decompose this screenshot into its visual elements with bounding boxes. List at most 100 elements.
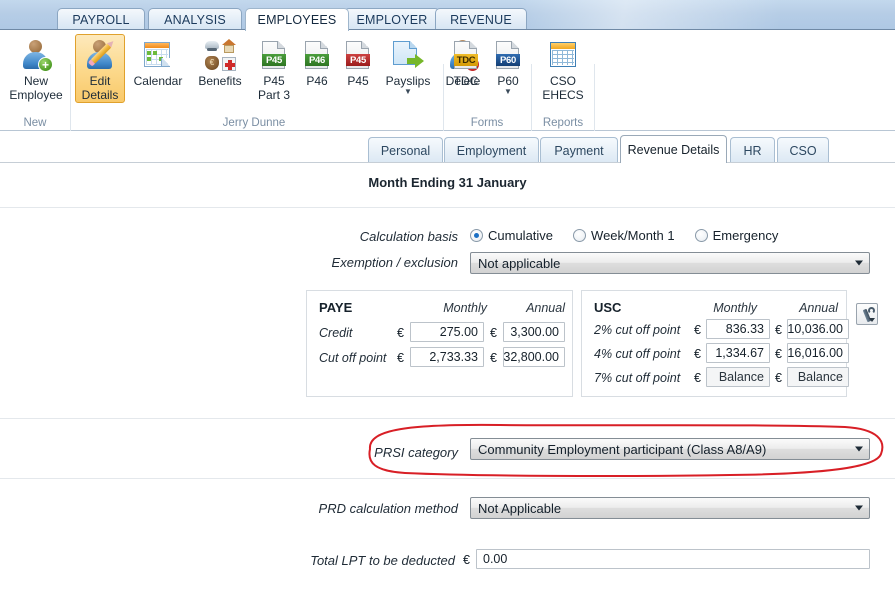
paye-credit-annual-currency: € (490, 326, 497, 340)
paye-cutoff-monthly-input[interactable]: 2,733.33 (410, 347, 484, 367)
exemption-exclusion-select[interactable]: Not applicable (470, 252, 870, 274)
ribbon-group-forms-title: Forms (470, 117, 504, 129)
p45-part3-icon: P45 (258, 39, 290, 71)
radio-cumulative[interactable]: Cumulative (470, 228, 553, 243)
ribbon-group-reports-title: Reports (542, 117, 584, 129)
page-tab-revenue-details-label: Revenue Details (627, 142, 720, 157)
total-lpt-input[interactable]: 0.00 (476, 549, 870, 569)
ribbon-button-cso-ehecs[interactable]: CSO EHECS (535, 34, 591, 103)
radio-emergency[interactable]: Emergency (694, 228, 778, 243)
p45-icon: P45 (342, 39, 374, 71)
ribbon-group-new-title: New (23, 117, 47, 129)
calculation-basis-label: Calculation basis (359, 229, 458, 244)
ribbon-button-calendar-label: Calendar (133, 74, 183, 88)
p45-part3-tag: P45 (262, 54, 286, 66)
chevron-down-icon[interactable] (869, 318, 875, 322)
chevron-down-icon[interactable] (855, 446, 863, 452)
page-tab-payment-label: Payment (554, 143, 604, 158)
paye-cutoff-annual-currency: € (490, 351, 497, 365)
ribbon-group-reports: CSO EHECS Reports (532, 30, 594, 130)
usc-4pct-annual-input[interactable]: 16,016.00 (787, 343, 849, 363)
ribbon-button-benefits[interactable]: Benefits (191, 34, 249, 89)
payslips-chevron-down-icon[interactable]: ▼ (404, 88, 412, 96)
ribbon-button-p60-label: P60 (497, 74, 519, 88)
ribbon-button-p45-part3[interactable]: P45 P45 Part 3 (252, 34, 296, 103)
paye-credit-monthly-input[interactable]: 275.00 (410, 322, 484, 342)
usc-4pct-monthly-currency: € (694, 347, 701, 361)
ribbon-button-payslips[interactable]: Payslips ▼ (379, 34, 437, 97)
ribbon-button-p45[interactable]: P45 P45 (338, 34, 378, 89)
prd-calculation-method-select[interactable]: Not Applicable (470, 497, 870, 519)
payslips-icon (392, 39, 424, 71)
usc-7pct-monthly-input: Balance (706, 367, 770, 387)
ribbon-button-p60[interactable]: P60 P60 ▼ (488, 34, 528, 97)
ribbon-tab-revenue-label: REVENUE (450, 12, 512, 27)
usc-settings-button[interactable] (856, 303, 878, 325)
ribbon-button-edit-details[interactable]: Edit Details (75, 34, 125, 103)
usc-4pct-monthly-input[interactable]: 1,334.67 (706, 343, 770, 363)
ribbon-tab-employer[interactable]: EMPLOYER (344, 8, 440, 30)
ribbon-tab-payroll[interactable]: PAYROLL (57, 8, 145, 30)
prsi-category-select[interactable]: Community Employment participant (Class … (470, 438, 870, 460)
revenue-details-panel: Month Ending 31 January Calculation basi… (0, 163, 895, 590)
ribbon-button-calendar[interactable]: Calendar (127, 34, 189, 89)
ribbon-tab-analysis-label: ANALYSIS (164, 12, 226, 27)
paye-row-cutoff-label: Cut off point (319, 351, 387, 365)
prd-calculation-method-label: PRD calculation method (318, 501, 458, 516)
radio-week-month-1[interactable]: Week/Month 1 (573, 228, 675, 243)
exemption-exclusion-label: Exemption / exclusion (331, 255, 458, 270)
paye-column-annual: Annual (526, 301, 565, 315)
paye-row-credit-label: Credit (319, 326, 353, 340)
tdc-icon: TDC (450, 39, 482, 71)
ribbon-button-tdc[interactable]: TDC TDC (446, 34, 486, 89)
ribbon-button-tdc-label: TDC (453, 74, 479, 88)
ribbon-group-new: + New Employee New (0, 30, 70, 130)
chevron-down-icon[interactable] (855, 505, 863, 511)
prsi-category-label: PRSI category (374, 445, 458, 460)
ribbon-group-employee: Edit Details Calendar Benefits (71, 30, 480, 130)
page-tab-employment[interactable]: Employment (444, 137, 539, 163)
paye-column-monthly: Monthly (443, 301, 487, 315)
page-tab-payment[interactable]: Payment (540, 137, 618, 163)
new-employee-icon: + (20, 39, 53, 72)
ribbon-tab-employer-label: EMPLOYER (356, 12, 428, 27)
ribbon-tab-analysis[interactable]: ANALYSIS (148, 8, 242, 30)
page-tab-cso-label: CSO (789, 143, 817, 158)
ribbon-tab-employees[interactable]: EMPLOYEES (245, 8, 349, 31)
ribbon-button-p45-part3-label: P45 Part 3 (257, 74, 290, 102)
page-tab-personal-label: Personal (380, 143, 431, 158)
ribbon-button-new-employee[interactable]: + New Employee (6, 34, 66, 103)
page-tab-hr[interactable]: HR (730, 137, 775, 163)
ribbon-button-edit-details-label: Edit Details (81, 74, 119, 102)
usc-2pct-monthly-input[interactable]: 836.33 (706, 319, 770, 339)
total-lpt-label: Total LPT to be deducted (310, 553, 455, 568)
page-tab-personal[interactable]: Personal (368, 137, 443, 163)
paye-credit-monthly-currency: € (397, 326, 404, 340)
page-tab-revenue-details[interactable]: Revenue Details (620, 135, 727, 163)
ribbon-group-forms: TDC TDC P60 P60 ▼ Forms (444, 30, 530, 130)
benefits-icon (204, 39, 236, 71)
edit-details-icon (84, 39, 116, 71)
radio-emergency-indicator[interactable] (694, 229, 708, 242)
radio-week-month-1-indicator[interactable] (573, 229, 587, 242)
ribbon-tab-payroll-label: PAYROLL (72, 12, 130, 27)
radio-cumulative-indicator[interactable] (470, 229, 483, 242)
usc-7pct-monthly-currency: € (694, 371, 701, 385)
page-tab-cso[interactable]: CSO (777, 137, 829, 163)
exemption-exclusion-value: Not applicable (478, 255, 561, 271)
radio-cumulative-label: Cumulative (488, 228, 554, 243)
usc-2pct-annual-input[interactable]: 10,036.00 (787, 319, 849, 339)
prsi-category-value: Community Employment participant (Class … (478, 441, 767, 457)
paye-cutoff-annual-input[interactable]: 32,800.00 (503, 347, 565, 367)
ribbon-group-employee-title: Jerry Dunne (222, 117, 286, 129)
ribbon-button-new-employee-label: New Employee (9, 74, 63, 102)
paye-title: PAYE (319, 300, 353, 315)
p60-chevron-down-icon[interactable]: ▼ (504, 88, 512, 96)
paye-credit-annual-input[interactable]: 3,300.00 (503, 322, 565, 342)
ribbon-button-p46[interactable]: P46 P46 (297, 34, 337, 89)
chevron-down-icon[interactable] (855, 260, 863, 266)
calculation-basis-radio-group: Cumulative Week/Month 1 Emergency (470, 228, 792, 243)
ribbon-button-cso-ehecs-label: CSO EHECS (542, 74, 584, 102)
ribbon-tab-strip: PAYROLL ANALYSIS EMPLOYEES EMPLOYER REVE… (0, 0, 895, 31)
ribbon-tab-revenue[interactable]: REVENUE (435, 8, 527, 30)
